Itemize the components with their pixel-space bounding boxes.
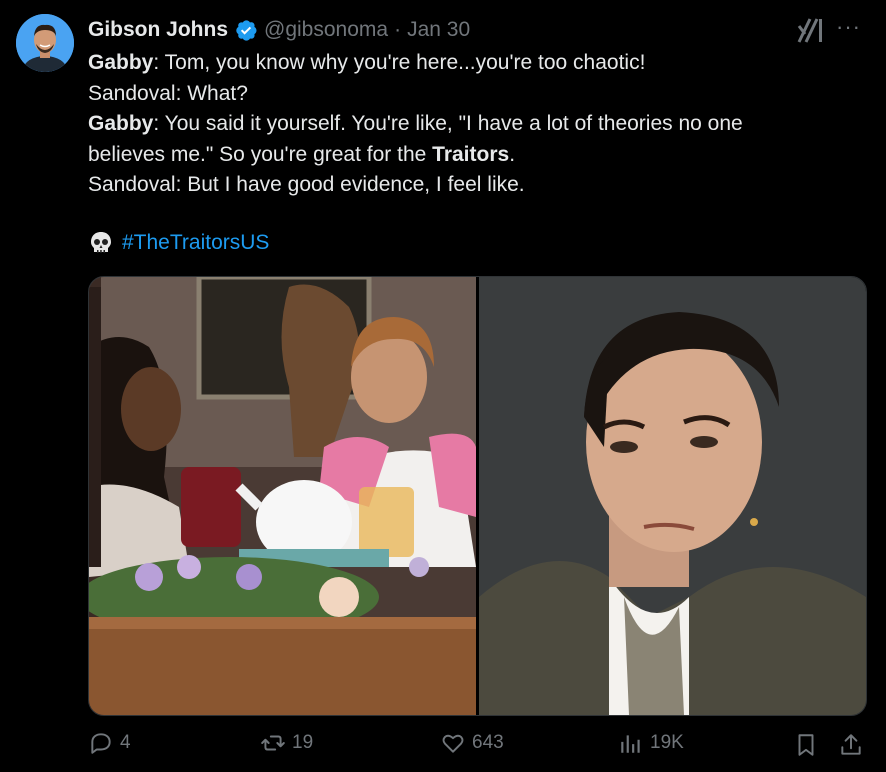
tweet-line: believes me." So you're great for the Tr… — [88, 142, 516, 166]
author-name[interactable]: Gibson Johns — [88, 18, 228, 42]
bookmark-icon[interactable] — [793, 732, 819, 758]
repost-button[interactable]: 19 — [260, 730, 313, 756]
author-handle[interactable]: @gibsonoma — [264, 18, 388, 42]
like-icon — [442, 734, 464, 753]
tweet-line: Sandoval: But I have good evidence, I fe… — [88, 173, 525, 196]
views-count: 19K — [650, 732, 684, 753]
views-icon — [621, 735, 640, 753]
tweet-media[interactable] — [88, 276, 867, 716]
tweet-header: Gibson Johns @gibsonoma · Jan 30 — [88, 16, 470, 44]
media-image-right — [479, 277, 866, 715]
separator: · — [394, 18, 402, 41]
reply-count: 4 — [120, 732, 131, 753]
views-button[interactable]: 19K — [618, 730, 684, 756]
tweet-line: Gabby: Tom, you know why you're here...y… — [88, 51, 646, 74]
tweet-date[interactable]: Jan 30 — [407, 18, 470, 42]
repost-icon — [261, 735, 285, 751]
hashtag-link[interactable]: #TheTraitorsUS — [122, 231, 269, 255]
like-count: 643 — [472, 732, 504, 753]
tweet-text: Gabby: Tom, you know why you're here...y… — [88, 48, 868, 201]
grok-icon[interactable] — [796, 16, 826, 44]
media-image-left — [89, 277, 476, 715]
reply-button[interactable]: 4 — [88, 730, 131, 756]
repost-count: 19 — [292, 732, 314, 753]
share-icon[interactable] — [838, 732, 864, 758]
like-button[interactable]: 643 — [440, 730, 504, 756]
tweet-line: Sandoval: What? — [88, 81, 248, 105]
skull-icon — [91, 232, 111, 253]
more-icon[interactable]: ··· — [836, 14, 861, 40]
avatar[interactable] — [16, 14, 74, 72]
reply-icon — [91, 733, 111, 754]
hashtag-line: #TheTraitorsUS — [88, 228, 269, 258]
tweet-actions: 4 19 643 19K — [88, 730, 868, 762]
verified-badge-icon — [236, 20, 257, 41]
tweet-line: Gabby: You said it yourself. You're like… — [88, 112, 743, 135]
